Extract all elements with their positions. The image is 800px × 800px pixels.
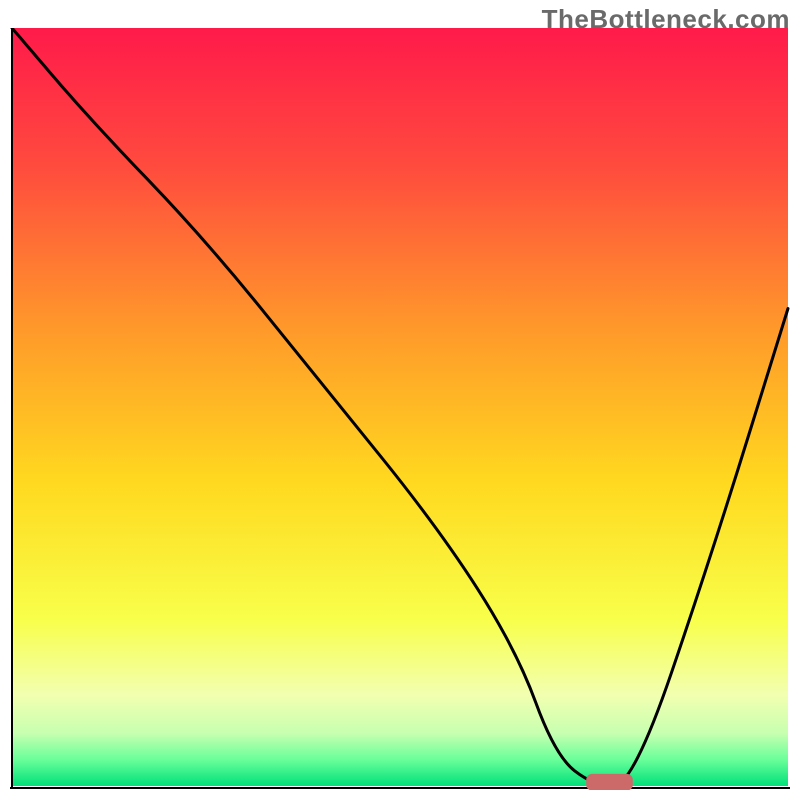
optimal-marker	[586, 774, 633, 790]
chart-svg	[10, 28, 790, 790]
bottleneck-chart: TheBottleneck.com	[0, 0, 800, 800]
